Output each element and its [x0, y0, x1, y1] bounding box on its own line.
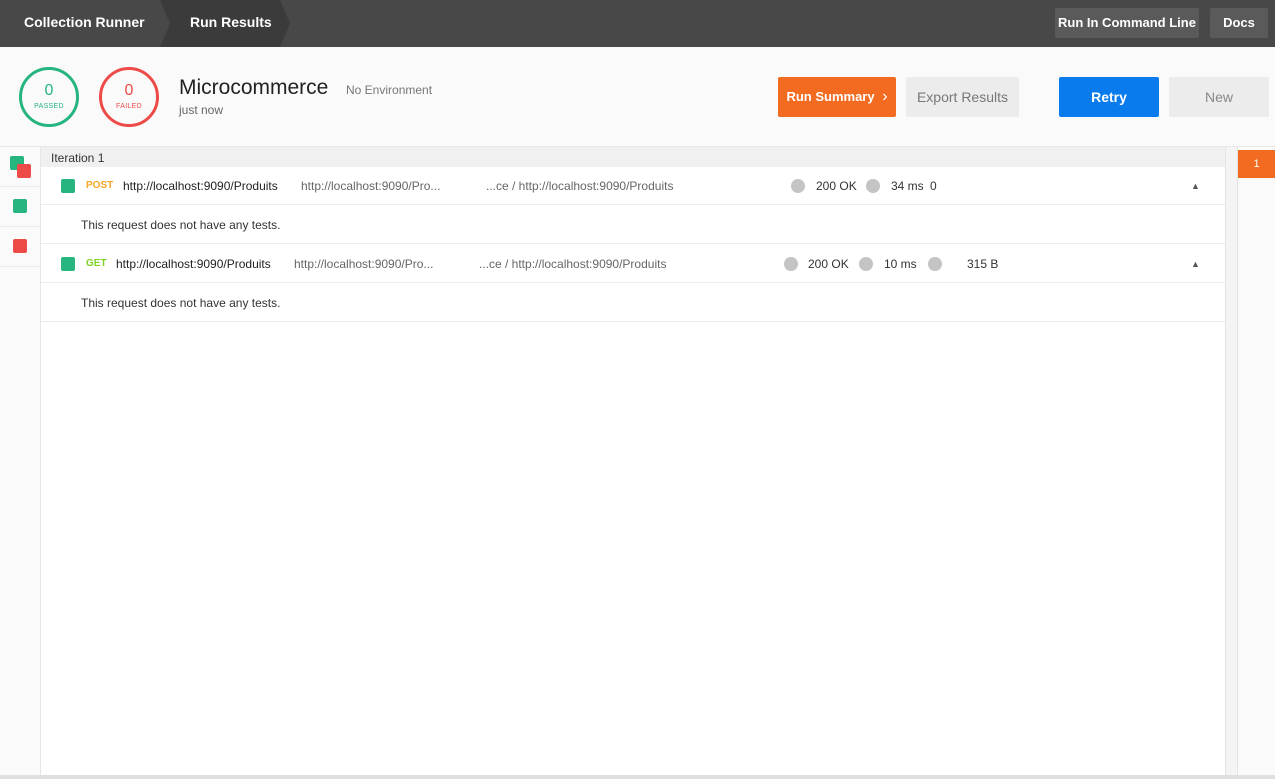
- request-status-column: [0, 147, 41, 779]
- breadcrumb-collection-runner[interactable]: Collection Runner: [0, 0, 168, 47]
- environment-label: No Environment: [346, 83, 433, 97]
- results-scrollbar[interactable]: [1225, 147, 1238, 779]
- request-path: ...ce / http://localhost:9090/Produits: [479, 257, 667, 271]
- failed-count: 0: [124, 82, 134, 99]
- bottom-border: [0, 775, 1275, 779]
- response-status: 200 OK: [816, 179, 857, 193]
- request-path: ...ce / http://localhost:9090/Produits: [486, 179, 674, 193]
- request-method: GET: [86, 258, 107, 269]
- export-results-button[interactable]: Export Results: [906, 77, 1019, 117]
- collection-name: Microcommerce: [179, 76, 329, 99]
- request-status-row[interactable]: [0, 227, 40, 267]
- caret-up-icon[interactable]: ▲: [1191, 245, 1200, 283]
- request-method: POST: [86, 180, 114, 191]
- request-row[interactable]: POST http://localhost:9090/Produits http…: [41, 167, 1225, 205]
- iteration-status-row[interactable]: [0, 147, 40, 187]
- iteration-header: Iteration 1: [41, 147, 1225, 167]
- fail-status-icon: [13, 239, 27, 253]
- pass-status-icon: [13, 199, 27, 213]
- run-summary-button[interactable]: Run Summary ›: [778, 77, 896, 117]
- tests-message: This request does not have any tests.: [41, 284, 1225, 322]
- chevron-right-icon: ›: [882, 88, 888, 105]
- pass-status-icon: [61, 179, 75, 193]
- run-summary-header: 0 PASSED 0 FAILED Microcommerce No Envir…: [0, 47, 1275, 147]
- response-time: 34 ms: [891, 179, 924, 193]
- request-status-row[interactable]: [0, 187, 40, 227]
- time-dot-icon: [859, 257, 873, 271]
- breadcrumb-run-results[interactable]: Run Results: [160, 0, 290, 47]
- passed-count: 0: [44, 82, 54, 99]
- results-panel: Iteration 1 POST http://localhost:9090/P…: [41, 147, 1225, 779]
- response-size: 315 B: [967, 257, 999, 271]
- iteration-nav: 1: [1238, 147, 1275, 779]
- status-dot-icon: [784, 257, 798, 271]
- passed-label: PASSED: [34, 103, 64, 110]
- run-time: just now: [179, 103, 224, 117]
- iteration-tab-1[interactable]: 1: [1238, 150, 1275, 178]
- retry-button[interactable]: Retry: [1059, 77, 1159, 117]
- tests-message: This request does not have any tests.: [41, 206, 1225, 244]
- failed-counter: 0 FAILED: [99, 67, 159, 127]
- status-dot-icon: [791, 179, 805, 193]
- request-row[interactable]: GET http://localhost:9090/Produits http:…: [41, 245, 1225, 283]
- fail-status-icon: [17, 164, 31, 178]
- run-summary-label: Run Summary: [786, 89, 875, 104]
- response-time: 10 ms: [884, 257, 917, 271]
- new-button[interactable]: New: [1169, 77, 1269, 117]
- request-url: http://localhost:9090/Pro...: [301, 179, 441, 193]
- request-name[interactable]: http://localhost:9090/Produits: [116, 245, 271, 283]
- pass-status-icon: [61, 257, 75, 271]
- request-name[interactable]: http://localhost:9090/Produits: [123, 167, 278, 205]
- time-dot-icon: [866, 179, 880, 193]
- run-in-command-line-button[interactable]: Run In Command Line: [1055, 8, 1199, 38]
- size-dot-icon: [928, 257, 942, 271]
- failed-label: FAILED: [116, 103, 142, 110]
- request-url: http://localhost:9090/Pro...: [294, 257, 434, 271]
- caret-up-icon[interactable]: ▲: [1191, 167, 1200, 205]
- response-size: 0: [930, 179, 937, 193]
- top-bar: Collection Runner Run Results Run In Com…: [0, 0, 1275, 47]
- response-status: 200 OK: [808, 257, 849, 271]
- docs-button[interactable]: Docs: [1210, 8, 1268, 38]
- passed-counter: 0 PASSED: [19, 67, 79, 127]
